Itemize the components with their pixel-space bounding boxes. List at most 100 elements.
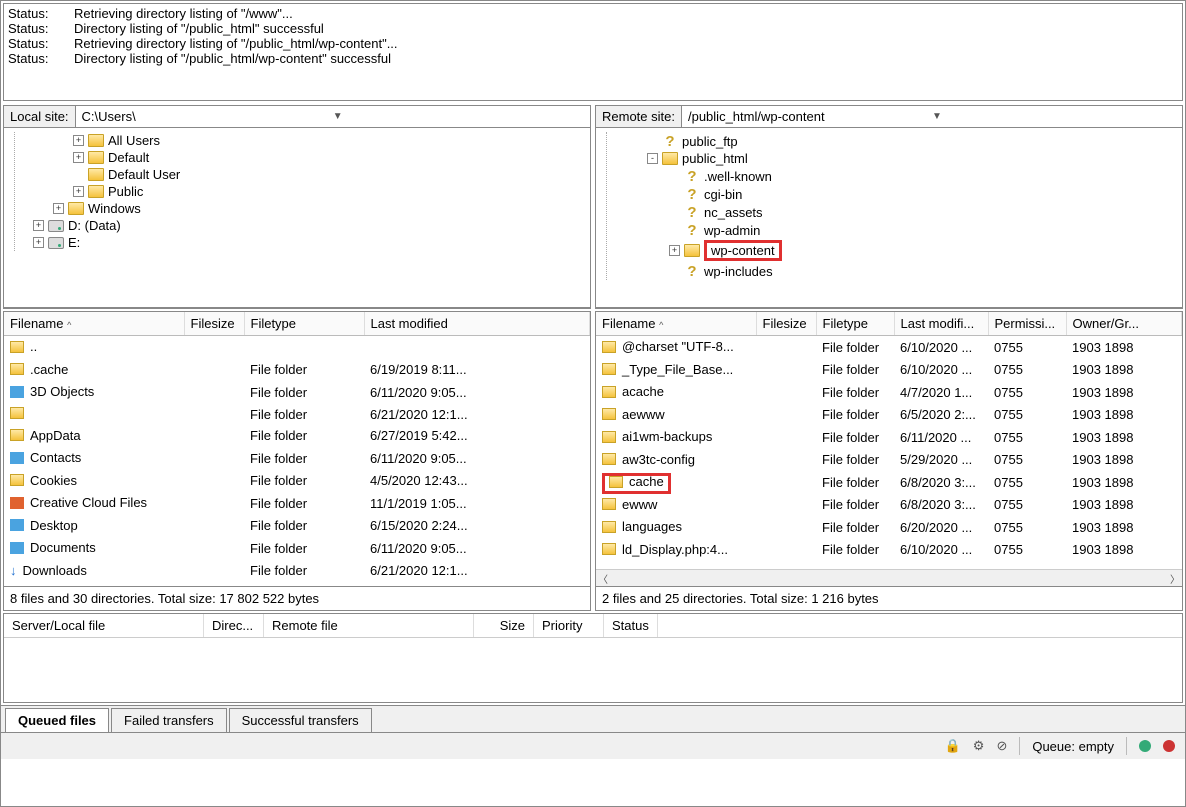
file-row[interactable]: DocumentsFile folder6/11/2020 9:05... <box>4 537 590 560</box>
tree-item[interactable]: ?.well-known <box>625 167 1182 185</box>
file-row[interactable]: File folder6/21/2020 12:1... <box>4 404 590 425</box>
tree-item[interactable]: ?cgi-bin <box>625 185 1182 203</box>
tree-item[interactable]: +Default <box>33 149 590 166</box>
clock-icon[interactable]: ⊘ <box>996 738 1007 754</box>
folder-icon <box>88 185 104 198</box>
column-header[interactable]: Owner/Gr... <box>1066 312 1182 336</box>
column-header[interactable]: Last modified <box>364 312 590 336</box>
column-header[interactable]: Status <box>604 614 658 637</box>
remote-path-combo[interactable]: /public_html/wp-content ▼ <box>682 106 1182 127</box>
tree-item[interactable]: ?nc_assets <box>625 203 1182 221</box>
folder-icon <box>88 134 104 147</box>
remote-site-label: Remote site: <box>596 106 682 127</box>
column-header[interactable]: Last modifi... <box>894 312 988 336</box>
expander-icon[interactable]: - <box>647 153 658 164</box>
tree-item[interactable]: -public_html <box>625 150 1182 167</box>
tree-item[interactable]: +All Users <box>33 132 590 149</box>
file-row[interactable]: CookiesFile folder4/5/2020 12:43... <box>4 470 590 493</box>
column-header[interactable]: Filename ^ <box>596 312 756 336</box>
expander-icon[interactable]: + <box>669 245 680 256</box>
local-path-combo[interactable]: C:\Users\ ▼ <box>76 106 590 127</box>
tree-item[interactable]: ?wp-includes <box>625 262 1182 280</box>
question-icon: ? <box>684 222 700 238</box>
tree-item[interactable]: +wp-content <box>625 239 1182 262</box>
column-header[interactable]: Size <box>474 614 534 637</box>
column-header[interactable]: Filetype <box>816 312 894 336</box>
remote-panel: Remote site: /public_html/wp-content ▼ ?… <box>595 105 1183 309</box>
tree-item[interactable]: ?public_ftp <box>625 132 1182 150</box>
folder-icon <box>684 244 700 257</box>
remote-status: 2 files and 25 directories. Total size: … <box>596 586 1182 610</box>
queue-tabs: Queued filesFailed transfersSuccessful t… <box>1 705 1185 732</box>
file-row[interactable]: .. <box>4 336 590 359</box>
file-row[interactable]: @charset "UTF-8...File folder6/10/2020 .… <box>596 336 1182 359</box>
question-icon: ? <box>684 186 700 202</box>
column-header[interactable]: Server/Local file <box>4 614 204 637</box>
file-row[interactable]: .cacheFile folder6/19/2019 8:11... <box>4 359 590 382</box>
status-log[interactable]: Status:Retrieving directory listing of "… <box>3 3 1183 101</box>
gear-icon[interactable]: ⚙ <box>973 738 985 754</box>
file-row[interactable]: 3D ObjectsFile folder6/11/2020 9:05... <box>4 381 590 404</box>
tree-item[interactable]: +Public <box>33 183 590 200</box>
expander-icon[interactable]: + <box>73 186 84 197</box>
question-icon: ? <box>662 133 678 149</box>
column-header[interactable]: Filesize <box>184 312 244 336</box>
expander-icon[interactable]: + <box>73 152 84 163</box>
tree-item[interactable]: ?wp-admin <box>625 221 1182 239</box>
local-site-label: Local site: <box>4 106 76 127</box>
file-row[interactable]: acacheFile folder4/7/2020 1...07551903 1… <box>596 381 1182 404</box>
local-tree[interactable]: +All Users+DefaultDefault User+Public+Wi… <box>4 128 590 308</box>
remote-file-list[interactable]: Filename ^FilesizeFiletypeLast modifi...… <box>596 312 1182 569</box>
expander-icon[interactable]: + <box>33 237 44 248</box>
log-line: Status:Directory listing of "/public_htm… <box>8 51 1178 66</box>
column-header[interactable]: Filetype <box>244 312 364 336</box>
file-row[interactable]: ewwwFile folder6/8/2020 3:...07551903 18… <box>596 494 1182 517</box>
file-row[interactable]: AppDataFile folder6/27/2019 5:42... <box>4 425 590 448</box>
column-header[interactable]: Priority <box>534 614 604 637</box>
file-row[interactable]: aw3tc-configFile folder5/29/2020 ...0755… <box>596 449 1182 472</box>
tree-item[interactable]: +D: (Data) <box>33 217 590 234</box>
expander-icon[interactable]: + <box>53 203 64 214</box>
file-row[interactable]: cacheFile folder6/8/2020 3:...07551903 1… <box>596 471 1182 494</box>
folder-icon <box>10 542 24 554</box>
drive-icon <box>48 220 64 232</box>
file-row[interactable]: aewwwFile folder6/5/2020 2:...07551903 1… <box>596 404 1182 427</box>
folder-icon <box>602 341 616 353</box>
expander-icon[interactable]: + <box>73 135 84 146</box>
file-row[interactable]: Creative Cloud FilesFile folder11/1/2019… <box>4 492 590 515</box>
tree-item[interactable]: +E: <box>33 234 590 251</box>
transfer-queue[interactable]: Server/Local fileDirec...Remote fileSize… <box>3 613 1183 703</box>
file-row[interactable]: languagesFile folder6/20/2020 ...0755190… <box>596 516 1182 539</box>
file-row[interactable]: _Type_File_Base...File folder6/10/2020 .… <box>596 359 1182 382</box>
queue-size-label: Queue: empty <box>1032 739 1114 754</box>
file-row[interactable]: ↓DownloadsFile folder6/21/2020 12:1... <box>4 560 590 581</box>
queue-tab[interactable]: Queued files <box>5 708 109 732</box>
column-header[interactable]: Direc... <box>204 614 264 637</box>
lock-icon[interactable]: 🔒 <box>945 738 961 754</box>
folder-icon <box>10 429 24 441</box>
folder-icon <box>602 363 616 375</box>
local-status: 8 files and 30 directories. Total size: … <box>4 586 590 610</box>
remote-hscroll[interactable]: 〈〉 <box>596 569 1182 586</box>
column-header[interactable]: Filename ^ <box>4 312 184 336</box>
queue-tab[interactable]: Successful transfers <box>229 708 372 732</box>
column-header[interactable]: Permissi... <box>988 312 1066 336</box>
tree-item[interactable]: +Windows <box>33 200 590 217</box>
column-header[interactable]: Remote file <box>264 614 474 637</box>
remote-tree[interactable]: ?public_ftp-public_html?.well-known?cgi-… <box>596 128 1182 308</box>
queue-tab[interactable]: Failed transfers <box>111 708 227 732</box>
file-row[interactable]: DesktopFile folder6/15/2020 2:24... <box>4 515 590 538</box>
file-row[interactable]: ai1wm-backupsFile folder6/11/2020 ...075… <box>596 426 1182 449</box>
file-row[interactable]: ld_Display.php:4...File folder6/10/2020 … <box>596 539 1182 562</box>
tree-item[interactable]: Default User <box>33 166 590 183</box>
question-icon: ? <box>684 168 700 184</box>
column-header[interactable]: Filesize <box>756 312 816 336</box>
local-file-list[interactable]: Filename ^FilesizeFiletypeLast modified.… <box>4 312 590 586</box>
folder-icon <box>602 543 616 555</box>
expander-icon[interactable]: + <box>33 220 44 231</box>
local-panel: Local site: C:\Users\ ▼ +All Users+Defau… <box>3 105 591 309</box>
file-row[interactable]: ContactsFile folder6/11/2020 9:05... <box>4 447 590 470</box>
log-line: Status:Directory listing of "/public_htm… <box>8 21 1178 36</box>
folder-icon <box>10 497 24 509</box>
chevron-down-icon: ▼ <box>932 111 1176 122</box>
